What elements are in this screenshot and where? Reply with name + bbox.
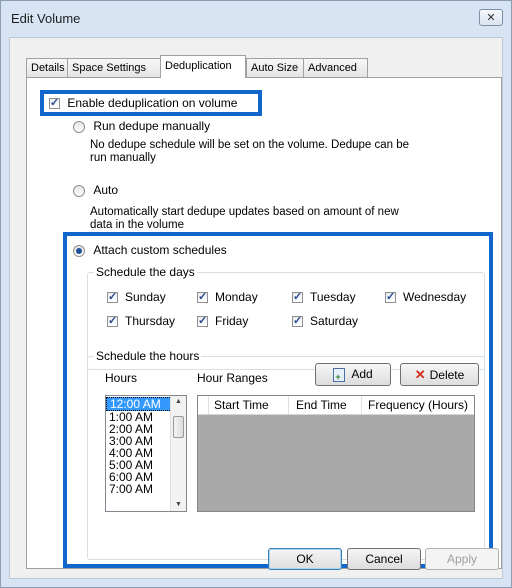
cancel-label: Cancel <box>365 552 403 566</box>
day-label: Sunday <box>125 290 166 304</box>
hours-listbox[interactable]: 12:00 AM 1:00 AM 2:00 AM 3:00 AM 4:00 AM 5:00… <box>105 395 187 512</box>
checkbox-icon <box>292 314 303 328</box>
day-checkbox-wednesday[interactable]: Wednesday <box>385 290 466 304</box>
add-document-icon: + <box>333 367 346 382</box>
cancel-button[interactable]: Cancel <box>347 548 421 570</box>
add-button-label: Add <box>351 367 373 381</box>
schedule-days-title: Schedule the days <box>94 265 197 279</box>
hours-label: Hours <box>105 371 138 385</box>
day-checkbox-saturday[interactable]: Saturday <box>292 314 358 328</box>
scroll-down-arrow-icon[interactable]: ▼ <box>171 499 186 511</box>
radio-icon <box>73 184 85 197</box>
day-checkbox-tuesday[interactable]: Tuesday <box>292 290 356 304</box>
run-manually-radio[interactable]: Run dedupe manually <box>73 119 210 133</box>
checkbox-icon <box>292 290 303 304</box>
day-checkbox-sunday[interactable]: Sunday <box>107 290 166 304</box>
radio-icon <box>73 244 85 257</box>
tab-details[interactable]: Details <box>26 58 68 77</box>
tab-label: Auto Size <box>251 62 299 74</box>
run-manually-description: No dedupe schedule will be set on the vo… <box>90 139 410 164</box>
auto-radio[interactable]: Auto <box>73 183 118 197</box>
red-x-icon: ✕ <box>414 367 426 382</box>
tab-label: Deduplication <box>165 60 232 72</box>
day-label: Tuesday <box>310 290 356 304</box>
hours-scrollbar[interactable]: ▲ ▼ <box>170 396 186 511</box>
ok-label: OK <box>296 552 314 566</box>
day-label: Saturday <box>310 314 359 328</box>
hour-ranges-grid[interactable]: Start Time End Time Frequency (Hours) <box>197 395 475 512</box>
add-button[interactable]: + Add <box>315 363 391 386</box>
day-label: Wednesday <box>403 290 467 304</box>
window-title: Edit Volume <box>11 11 81 26</box>
tab-label: Space Settings <box>72 62 146 74</box>
auto-label: Auto <box>93 183 119 197</box>
column-end-time[interactable]: End Time <box>296 398 347 412</box>
day-checkbox-monday[interactable]: Monday <box>197 290 258 304</box>
column-start-time[interactable]: Start Time <box>214 398 269 412</box>
hour-list-item[interactable]: 12:00 AM <box>106 397 172 411</box>
attach-custom-schedules-label: Attach custom schedules <box>93 243 227 257</box>
enable-dedup-checkbox[interactable]: Enable deduplication on volume <box>49 96 237 110</box>
attach-custom-schedules-radio[interactable]: Attach custom schedules <box>73 243 227 257</box>
day-checkbox-friday[interactable]: Friday <box>197 314 248 328</box>
tab-label: Details <box>31 62 65 74</box>
checkbox-icon <box>197 314 208 328</box>
dialog-client-area: Details Space Settings Deduplication Aut… <box>9 37 503 579</box>
auto-description: Automatically start dedupe updates based… <box>90 206 399 231</box>
checkbox-icon <box>107 314 118 328</box>
delete-button-label: Delete <box>429 368 465 382</box>
checkbox-icon <box>385 290 396 304</box>
checkbox-icon <box>49 96 60 110</box>
title-bar: Edit Volume ✕ <box>1 1 511 35</box>
day-label: Friday <box>215 314 249 328</box>
run-manually-label: Run dedupe manually <box>93 119 211 133</box>
day-checkbox-thursday[interactable]: Thursday <box>107 314 175 328</box>
schedule-hours-title: Schedule the hours <box>94 349 202 363</box>
day-label: Thursday <box>125 314 176 328</box>
tab-deduplication[interactable]: Deduplication <box>160 55 246 78</box>
ok-button[interactable]: OK <box>268 548 342 570</box>
hour-ranges-label: Hour Ranges <box>197 371 268 385</box>
deduplication-panel: Enable deduplication on volume Run dedup… <box>26 77 502 569</box>
day-label: Monday <box>215 290 258 304</box>
tab-label: Advanced <box>308 62 357 74</box>
scroll-up-arrow-icon[interactable]: ▲ <box>171 396 186 408</box>
tab-space-settings[interactable]: Space Settings <box>67 58 161 77</box>
radio-icon <box>73 120 85 133</box>
close-button[interactable]: ✕ <box>479 9 503 26</box>
tab-auto-size[interactable]: Auto Size <box>246 58 304 77</box>
close-icon: ✕ <box>486 12 496 24</box>
delete-button[interactable]: ✕ Delete <box>400 363 479 386</box>
enable-dedup-label: Enable deduplication on volume <box>67 96 238 110</box>
checkbox-icon <box>197 290 208 304</box>
column-frequency[interactable]: Frequency (Hours) <box>368 398 468 412</box>
grid-header: Start Time End Time Frequency (Hours) <box>198 396 474 415</box>
scroll-thumb[interactable] <box>173 416 184 438</box>
apply-button[interactable]: Apply <box>425 548 499 570</box>
apply-label: Apply <box>446 552 478 566</box>
tab-advanced[interactable]: Advanced <box>303 58 368 77</box>
edit-volume-dialog: Edit Volume ✕ Details Space Settings Ded… <box>0 0 512 588</box>
checkbox-icon <box>107 290 118 304</box>
